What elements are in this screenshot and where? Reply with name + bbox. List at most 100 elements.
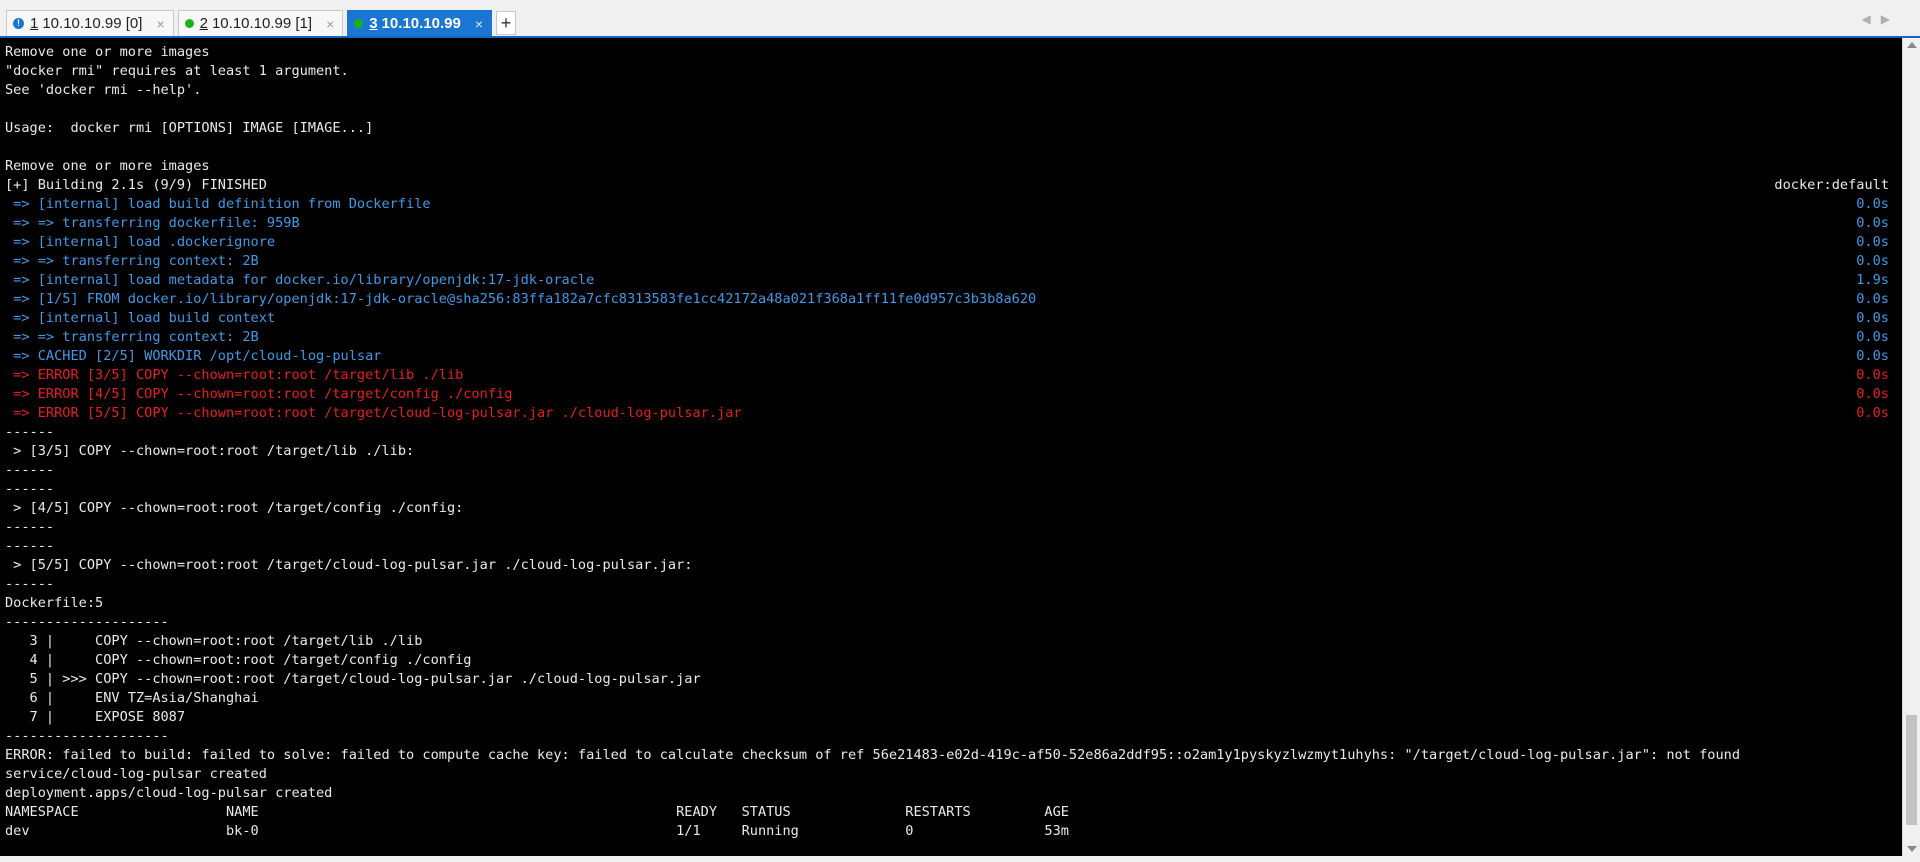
terminal-line-text: Usage: docker rmi [OPTIONS] IMAGE [IMAGE…	[5, 120, 374, 136]
terminal-line: Remove one or more images	[5, 43, 1897, 62]
terminal-line: => ERROR [5/5] COPY --chown=root:root /t…	[5, 404, 1897, 423]
tab-number: 2	[199, 15, 208, 32]
terminal-line: => => transferring dockerfile: 959B 0.0s	[5, 214, 1897, 233]
terminal-line: ------	[5, 537, 1897, 556]
terminal-line: 7 | EXPOSE 8087	[5, 708, 1897, 727]
terminal-line-text: Remove one or more images	[5, 158, 210, 174]
terminal-line-text: Dockerfile:5	[5, 595, 104, 611]
terminal-line: ------	[5, 480, 1897, 499]
terminal-line-text: ------	[5, 538, 55, 554]
terminal-line: [+] Building 2.1s (9/9) FINISHED docker:d…	[5, 176, 1897, 195]
terminal-line: => [internal] load .dockerignore 0.0s	[5, 233, 1897, 252]
terminal-line-text: => CACHED [2/5] WORKDIR /opt/cloud-log-p…	[5, 348, 382, 364]
terminal-line: ------	[5, 461, 1897, 480]
scroll-down-icon[interactable]	[1907, 846, 1917, 852]
terminal-line-text: => ERROR [3/5] COPY --chown=root:root /t…	[5, 367, 464, 383]
terminal-line: Usage: docker rmi [OPTIONS] IMAGE [IMAGE…	[5, 119, 1897, 138]
terminal-line: => CACHED [2/5] WORKDIR /opt/cloud-log-p…	[5, 347, 1897, 366]
terminal-line: ------	[5, 423, 1897, 442]
terminal-line: > [3/5] COPY --chown=root:root /target/l…	[5, 442, 1897, 461]
terminal-line-text: --------------------	[5, 728, 169, 744]
terminal-line-text: => ERROR [5/5] COPY --chown=root:root /t…	[5, 405, 742, 421]
terminal-line: --------------------	[5, 613, 1897, 632]
terminal-output[interactable]: Remove one or more images "docker rmi" re…	[5, 43, 1897, 858]
connected-dot-icon	[184, 19, 194, 28]
terminal-line-text: => [internal] load .dockerignore	[5, 234, 276, 250]
terminal-line-text: 7 | EXPOSE 8087	[5, 709, 186, 725]
close-icon[interactable]: ×	[156, 16, 164, 32]
terminal-line-text: => [internal] load metadata for docker.i…	[5, 272, 595, 288]
new-tab-button[interactable]: +	[496, 11, 517, 35]
tab-number: 1	[30, 15, 39, 32]
terminal-line-text: 6 | ENV TZ=Asia/Shanghai	[5, 690, 259, 706]
terminal-line-timing: docker:default	[1774, 177, 1889, 193]
terminal-line: > [4/5] COPY --chown=root:root /target/c…	[5, 499, 1897, 518]
terminal-line-timing: 0.0s	[1856, 405, 1889, 421]
terminal-line-text: ------	[5, 519, 55, 535]
terminal-line: See 'docker rmi --help'.	[5, 81, 1897, 100]
terminal-line: --------------------	[5, 727, 1897, 746]
terminal-line: => [internal] load build context 0.0s	[5, 309, 1897, 328]
terminal-line: 3 | COPY --chown=root:root /target/lib .…	[5, 632, 1897, 651]
scroll-up-icon[interactable]	[1907, 42, 1917, 48]
terminal-line-text: ------	[5, 462, 55, 478]
terminal-line-text: ------	[5, 576, 55, 592]
terminal-line: => ERROR [3/5] COPY --chown=root:root /t…	[5, 366, 1897, 385]
terminal-line: Dockerfile:5	[5, 594, 1897, 613]
terminal-line-text: 3 | COPY --chown=root:root /target/lib .…	[5, 633, 423, 649]
terminal-line-text	[5, 138, 1897, 157]
tab-session-1[interactable]: ! 1 10.10.10.99 [0] ×	[6, 10, 174, 36]
terminal-line: dev bk-0 1/1 Running 0 53m	[5, 822, 1897, 841]
terminal-line-text: => [1/5] FROM docker.io/library/openjdk:…	[5, 291, 1037, 307]
terminal-line: > [5/5] COPY --chown=root:root /target/c…	[5, 556, 1897, 575]
bottom-border	[0, 856, 1920, 862]
tab-list: ! 1 10.10.10.99 [0] × 2 10.10.10.99 [1] × …	[6, 10, 517, 38]
terminal-line: => [internal] load build definition from…	[5, 195, 1897, 214]
terminal-line-text: 5 | >>> COPY --chown=root:root /target/c…	[5, 671, 701, 687]
terminal-line-text: service/cloud-log-pulsar created	[5, 766, 267, 782]
terminal-line-timing: 0.0s	[1856, 329, 1889, 345]
warning-icon: !	[13, 18, 24, 29]
terminal-line-text: > [3/5] COPY --chown=root:root /target/l…	[5, 443, 415, 459]
tab-session-2[interactable]: 2 10.10.10.99 [1] ×	[177, 10, 344, 36]
tab-scroll-arrows-icon[interactable]: ◀▶	[1862, 12, 1900, 26]
terminal-line: deployment.apps/cloud-log-pulsar created	[5, 784, 1897, 803]
tab-title: 10.10.10.99 [1]	[211, 15, 313, 32]
terminal-line-text: ------	[5, 424, 55, 440]
terminal-line: => => transferring context: 2B 0.0s	[5, 328, 1897, 347]
vertical-scrollbar[interactable]	[1902, 38, 1920, 856]
close-icon[interactable]: ×	[475, 16, 483, 32]
terminal-line-text: dev bk-0 1/1 Running 0 53m	[5, 823, 1069, 839]
terminal-line-text: => => transferring dockerfile: 959B	[5, 215, 300, 231]
terminal-line-text: => => transferring context: 2B	[5, 253, 259, 269]
terminal-line: => [internal] load metadata for docker.i…	[5, 271, 1897, 290]
terminal-line	[5, 138, 1897, 157]
terminal-line-timing: 0.0s	[1856, 291, 1889, 307]
terminal-line-text: See 'docker rmi --help'.	[5, 82, 202, 98]
terminal-line: 4 | COPY --chown=root:root /target/confi…	[5, 651, 1897, 670]
terminal-line: "docker rmi" requires at least 1 argumen…	[5, 62, 1897, 81]
terminal-line-text: [+] Building 2.1s (9/9) FINISHED	[5, 177, 267, 193]
close-icon[interactable]: ×	[326, 16, 334, 32]
terminal-line	[5, 100, 1897, 119]
terminal-line-text: => => transferring context: 2B	[5, 329, 259, 345]
terminal-line: ERROR: failed to build: failed to solve:…	[5, 746, 1897, 765]
terminal-line: => => transferring context: 2B 0.0s	[5, 252, 1897, 271]
terminal-line-text: > [4/5] COPY --chown=root:root /target/c…	[5, 500, 464, 516]
scrollbar-thumb[interactable]	[1906, 715, 1917, 825]
terminal-line-timing: 0.0s	[1856, 367, 1889, 383]
terminal-line-text: ERROR: failed to build: failed to solve:…	[5, 747, 1741, 763]
terminal-line: ------	[5, 518, 1897, 537]
tab-title: 10.10.10.99 [0]	[42, 15, 143, 32]
connected-dot-icon	[354, 19, 364, 28]
terminal-line-text: > [5/5] COPY --chown=root:root /target/c…	[5, 557, 693, 573]
terminal-line-text: ------	[5, 481, 55, 497]
terminal-line: => [1/5] FROM docker.io/library/openjdk:…	[5, 290, 1897, 309]
terminal-line-timing: 0.0s	[1856, 215, 1889, 231]
terminal-line-text: => [internal] load build definition from…	[5, 196, 431, 212]
tab-session-3[interactable]: 3 10.10.10.99 ×	[347, 10, 493, 36]
tab-bar: ! 1 10.10.10.99 [0] × 2 10.10.10.99 [1] × …	[0, 0, 1920, 38]
terminal-line-text: NAMESPACE NAME READY STATUS RESTARTS AGE	[5, 804, 1069, 820]
terminal-line-text: deployment.apps/cloud-log-pulsar created	[5, 785, 333, 801]
terminal-line-text: Remove one or more images	[5, 44, 210, 60]
